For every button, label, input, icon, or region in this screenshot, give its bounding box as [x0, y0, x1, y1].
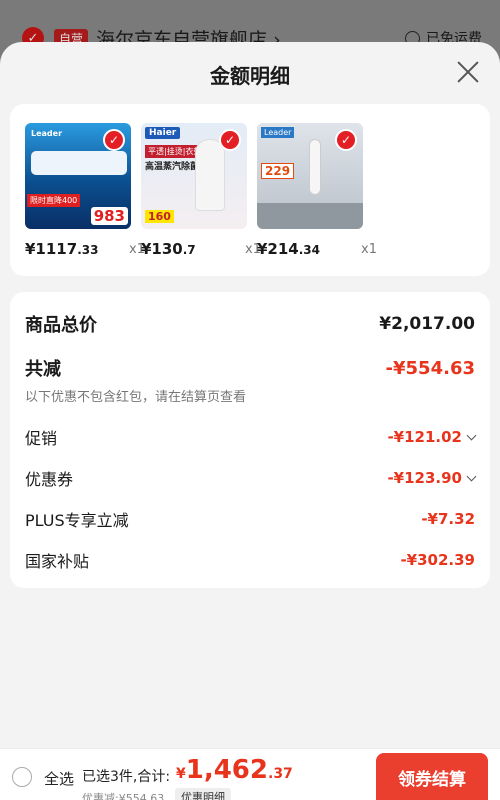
national-subsidy-value: -¥302.39 — [400, 551, 475, 569]
total-reduction-value: -¥554.63 — [385, 357, 475, 379]
product-item[interactable]: Haier 平透|挂烫|衣架 高温蒸汽除菌 160 ✓ ¥130.7 x1 — [141, 123, 261, 261]
promotion-label: 促销 — [25, 429, 58, 448]
checked-icon: ✓ — [335, 129, 357, 151]
chevron-down-icon[interactable] — [466, 430, 477, 440]
national-subsidy-label: 国家补贴 — [25, 552, 90, 571]
total-price-value: ¥2,017.00 — [379, 314, 475, 334]
coupon-row[interactable]: 优惠券 -¥123.90 — [25, 466, 477, 490]
select-all-radio[interactable] — [12, 767, 32, 787]
product-price: ¥130.7 — [141, 240, 196, 258]
chevron-down-icon[interactable] — [466, 471, 477, 481]
select-all-label[interactable]: 全选 — [44, 768, 74, 789]
total-price-row: 商品总价 ¥2,017.00 — [25, 311, 475, 337]
products-card: Leader 限时直降400 983 ✓ ¥1117.33 x1 Haier 平… — [10, 104, 490, 276]
summary-card: 商品总价 ¥2,017.00 共减 -¥554.63 以下优惠不包含红包，请在结… — [10, 292, 490, 588]
sheet-title: 金额明细 — [210, 64, 290, 88]
product-thumbnail-steamer[interactable]: Haier 平透|挂烫|衣架 高温蒸汽除菌 160 ✓ — [141, 123, 247, 229]
plus-discount-value: -¥7.32 — [421, 510, 475, 528]
product-price: ¥1117.33 — [25, 240, 99, 258]
close-icon[interactable] — [456, 60, 480, 84]
promotion-row[interactable]: 促销 -¥121.02 — [25, 425, 477, 449]
model-figure-icon — [195, 139, 225, 211]
discount-detail-button[interactable]: 优惠明细 — [175, 788, 231, 800]
product-thumbnail-air-conditioner[interactable]: Leader 限时直降400 983 ✓ — [25, 123, 131, 229]
checked-icon: ✓ — [103, 129, 125, 151]
promotion-value: -¥121.02 — [387, 428, 477, 446]
checked-icon: ✓ — [219, 129, 241, 151]
checkout-bar: 全选 已选3件,合计: ¥1,462.37 优惠减:¥554.63 优惠明细 领… — [0, 748, 500, 800]
selected-count: 已选3件,合计: — [82, 769, 171, 785]
air-conditioner-icon — [31, 151, 127, 175]
total-reduction-row: 共减 -¥554.63 — [25, 355, 475, 381]
product-thumbnail-faucet-heater[interactable]: Leader 229 ✓ — [257, 123, 363, 229]
sink-icon — [257, 203, 363, 229]
total-price-label: 商品总价 — [25, 315, 97, 336]
plus-discount-label: PLUS专享立减 — [25, 511, 129, 530]
checkout-button[interactable]: 领券结算 — [376, 753, 488, 800]
coupon-value: -¥123.90 — [387, 469, 477, 487]
faucet-icon — [309, 139, 321, 195]
coupon-label: 优惠券 — [25, 470, 74, 489]
product-price: ¥214.34 — [257, 240, 321, 258]
reduction-note: 以下优惠不包含红包，请在结算页查看 — [25, 390, 247, 405]
product-item[interactable]: Leader 229 ✓ ¥214.34 x1 — [257, 123, 377, 261]
plus-discount-row: PLUS专享立减 -¥7.32 — [25, 507, 475, 531]
total-reduction-label: 共减 — [25, 359, 61, 380]
product-qty: x1 — [361, 242, 377, 257]
product-item[interactable]: Leader 限时直降400 983 ✓ ¥1117.33 x1 — [25, 123, 145, 261]
discount-summary: 优惠减:¥554.63 — [82, 792, 165, 800]
amount-detail-sheet: 金额明细 Leader 限时直降400 983 ✓ ¥1117.33 x1 Ha… — [0, 42, 500, 748]
national-subsidy-row: 国家补贴 -¥302.39 — [25, 548, 475, 572]
grand-total: ¥1,462.37 — [176, 755, 293, 785]
